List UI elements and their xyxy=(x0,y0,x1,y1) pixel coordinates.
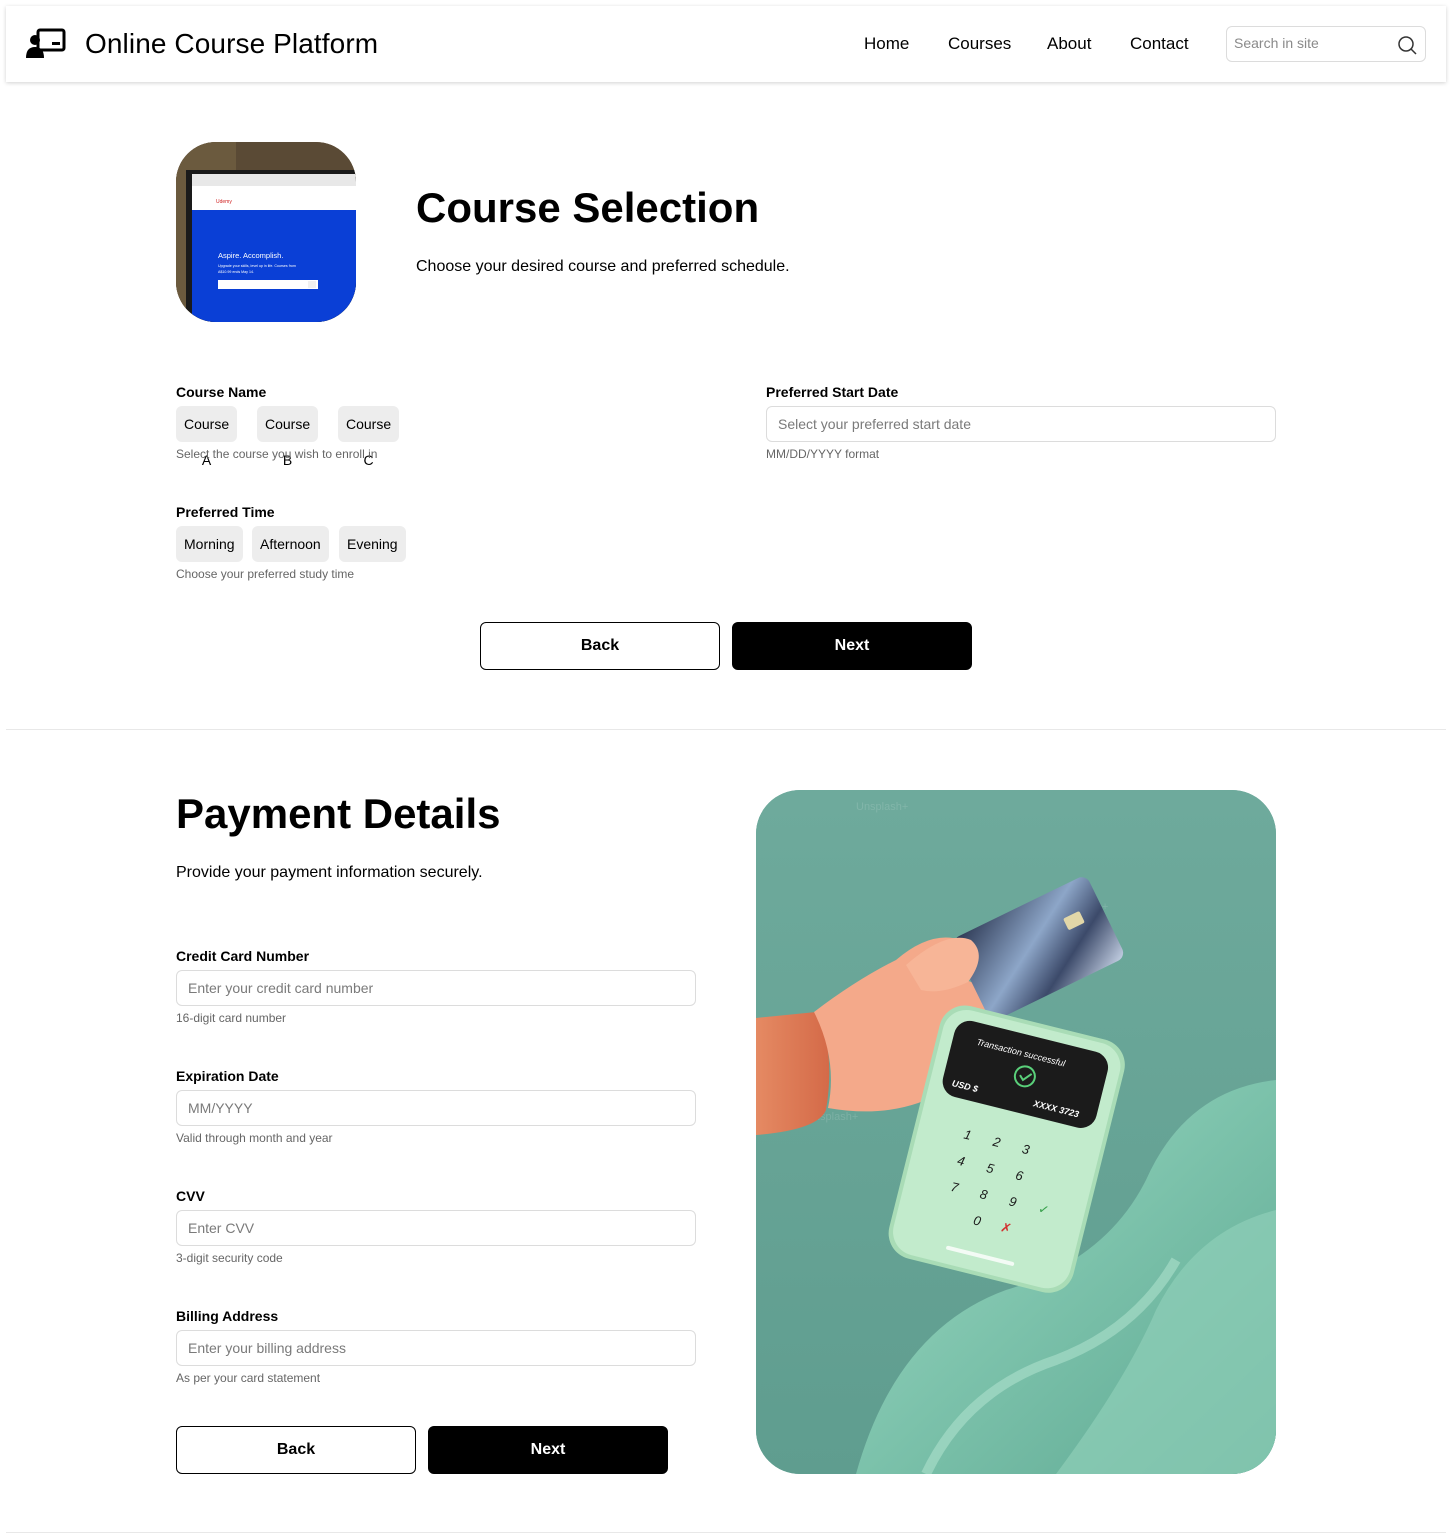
nav-about[interactable]: About xyxy=(1047,34,1091,54)
teacher-presentation-icon[interactable] xyxy=(26,28,66,60)
laptop-screen-illustration: Udemy Aspire. Accomplish. Upgrade your s… xyxy=(176,142,356,322)
footer-divider xyxy=(6,1532,1446,1533)
billing-address-hint: As per your card statement xyxy=(176,1371,321,1385)
payment-terminal-image: Unsplash+ Unsplash+ Unsplash+ Unsplash+ … xyxy=(756,790,1276,1474)
cvv-hint: 3-digit security code xyxy=(176,1251,283,1265)
search-icon[interactable] xyxy=(1397,35,1417,55)
course-option-b[interactable]: Course B xyxy=(257,406,319,468)
course-selection-description: Choose your desired course and preferred… xyxy=(416,258,790,275)
cvv-input[interactable] xyxy=(176,1210,696,1246)
start-date-input[interactable] xyxy=(766,406,1276,442)
course-name-hint: Select the course you wish to enroll in xyxy=(176,447,378,461)
site-header: Online Course Platform Home Courses Abou… xyxy=(6,6,1446,82)
payment-back-button[interactable]: Back xyxy=(176,1426,416,1474)
billing-address-label: Billing Address xyxy=(176,1308,279,1324)
course-option-a[interactable]: Course A xyxy=(176,406,238,468)
thumb-headline: Aspire. Accomplish. xyxy=(218,251,283,260)
card-number-label: Credit Card Number xyxy=(176,948,310,964)
course-back-button[interactable]: Back xyxy=(480,622,720,670)
time-option-afternoon[interactable]: Afternoon xyxy=(252,526,329,562)
time-option-evening[interactable]: Evening xyxy=(339,526,406,562)
nav-courses[interactable]: Courses xyxy=(948,34,1011,54)
cvv-label: CVV xyxy=(176,1188,205,1204)
site-title: Online Course Platform xyxy=(85,28,379,59)
expiration-input[interactable] xyxy=(176,1090,696,1126)
payment-description: Provide your payment information securel… xyxy=(176,864,483,881)
section-divider xyxy=(6,729,1446,730)
start-date-label: Preferred Start Date xyxy=(766,384,899,400)
expiration-label: Expiration Date xyxy=(176,1068,279,1084)
payment-next-button[interactable]: Next xyxy=(428,1426,668,1474)
course-option-c[interactable]: Course C xyxy=(338,406,400,468)
course-next-button[interactable]: Next xyxy=(732,622,972,670)
preferred-time-label: Preferred Time xyxy=(176,504,275,520)
search-box xyxy=(1226,26,1426,62)
start-date-hint: MM/DD/YYYY format xyxy=(766,447,880,461)
watermark-text: Unsplash+ xyxy=(856,801,908,813)
thumb-subtext: Upgrade your skills, level up in life. C… xyxy=(218,264,296,268)
nav-home[interactable]: Home xyxy=(864,34,909,54)
time-option-morning[interactable]: Morning xyxy=(176,526,243,562)
nav-contact[interactable]: Contact xyxy=(1130,34,1189,54)
thumb-subtext-2: A$10.99 ends May 14. xyxy=(218,270,254,274)
card-number-hint: 16-digit card number xyxy=(176,1011,287,1025)
course-name-label: Course Name xyxy=(176,384,267,400)
billing-address-input[interactable] xyxy=(176,1330,696,1366)
payment-title: Payment Details xyxy=(176,790,501,837)
card-number-input[interactable] xyxy=(176,970,696,1006)
card-payment-illustration: Unsplash+ Unsplash+ Unsplash+ Unsplash+ … xyxy=(756,790,1276,1474)
course-thumbnail-image: Udemy Aspire. Accomplish. Upgrade your s… xyxy=(176,142,356,322)
thumb-brand: Udemy xyxy=(216,199,232,205)
course-selection-title: Course Selection xyxy=(416,184,760,231)
search-input[interactable] xyxy=(1234,35,1394,51)
preferred-time-hint: Choose your preferred study time xyxy=(176,567,355,581)
expiration-hint: Valid through month and year xyxy=(176,1131,333,1145)
